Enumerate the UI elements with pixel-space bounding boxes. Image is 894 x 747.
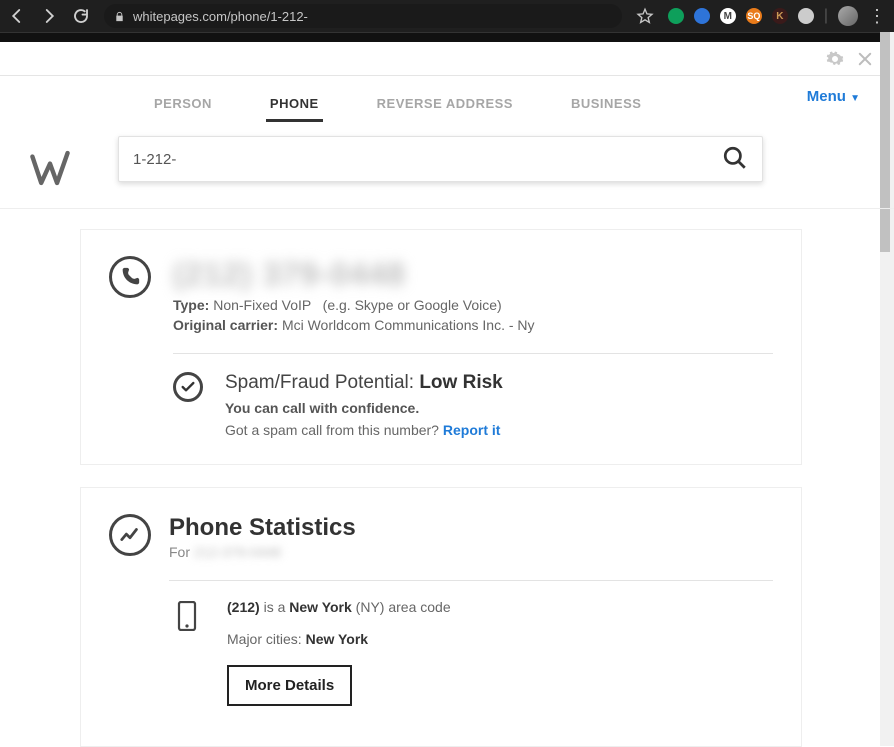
phone-stats-card: Phone Statistics For 212-379-0448 (212) … — [80, 487, 802, 747]
extension-icon[interactable] — [694, 8, 710, 24]
extension-icon[interactable]: SQ — [746, 8, 762, 24]
extension-icon[interactable]: K — [772, 8, 788, 24]
phone-result-card: (212) 379-0448 Type: Non-Fixed VoIP (e.g… — [80, 229, 802, 465]
search-header: Menu ▼ PERSON PHONE REVERSE ADDRESS BUSI… — [0, 76, 894, 209]
page-topbar — [0, 42, 894, 76]
menu-link[interactable]: Menu ▼ — [807, 88, 860, 105]
report-link[interactable]: Report it — [443, 422, 501, 438]
stats-title: Phone Statistics — [169, 514, 773, 542]
phone-type: Type: Non-Fixed VoIP (e.g. Skype or Goog… — [173, 297, 773, 313]
close-icon[interactable] — [856, 50, 874, 68]
tab-reverse-address[interactable]: REVERSE ADDRESS — [373, 88, 517, 122]
menu-label: Menu — [807, 88, 846, 105]
stats-for: For 212-379-0448 — [169, 544, 773, 560]
tab-business[interactable]: BUSINESS — [567, 88, 645, 122]
search-icon — [722, 145, 748, 171]
spam-confidence: You can call with confidence. — [225, 400, 503, 416]
phone-icon — [109, 256, 151, 298]
back-icon[interactable] — [8, 7, 26, 25]
phone-carrier: Original carrier: Mci Worldcom Communica… — [173, 317, 773, 333]
mobile-icon — [175, 599, 199, 706]
spam-title: Spam/Fraud Potential: Low Risk — [225, 372, 503, 394]
address-bar[interactable]: whitepages.com/phone/1-212- — [104, 4, 622, 28]
search-button[interactable] — [722, 145, 748, 174]
url-text: whitepages.com/phone/1-212- — [133, 9, 308, 24]
search-input[interactable] — [133, 151, 722, 168]
checkmark-icon — [173, 372, 203, 402]
profile-avatar[interactable] — [838, 6, 858, 26]
phone-number: (212) 379-0448 — [173, 256, 773, 293]
spam-section: Spam/Fraud Potential: Low Risk You can c… — [173, 372, 773, 438]
gear-icon[interactable] — [826, 50, 844, 68]
lock-icon — [114, 11, 125, 22]
area-code-text: (212) is a New York (NY) area code — [227, 599, 451, 615]
chevron-down-icon: ▼ — [850, 93, 860, 104]
cities-text: Major cities: New York — [227, 631, 451, 647]
extension-icon[interactable] — [668, 8, 684, 24]
tab-person[interactable]: PERSON — [150, 88, 216, 122]
search-box — [118, 136, 763, 182]
logo-icon[interactable] — [28, 146, 72, 190]
stats-icon — [109, 514, 151, 556]
divider — [169, 580, 773, 581]
more-details-button[interactable]: More Details — [227, 665, 352, 706]
results-container: (212) 379-0448 Type: Non-Fixed VoIP (e.g… — [80, 229, 802, 747]
star-icon[interactable] — [636, 7, 654, 25]
tab-phone[interactable]: PHONE — [266, 88, 323, 122]
reload-icon[interactable] — [72, 7, 90, 25]
extension-icon[interactable]: M — [720, 8, 736, 24]
browser-chrome: whitepages.com/phone/1-212- M SQ K | ⋮ — [0, 0, 894, 32]
extensions: M SQ K | ⋮ — [668, 6, 886, 26]
forward-icon[interactable] — [40, 7, 58, 25]
spam-question: Got a spam call from this number? Report… — [225, 422, 503, 438]
extension-icon[interactable] — [798, 8, 814, 24]
divider — [173, 353, 773, 354]
tab-bar: PERSON PHONE REVERSE ADDRESS BUSINESS — [150, 88, 894, 122]
browser-border — [0, 32, 894, 42]
